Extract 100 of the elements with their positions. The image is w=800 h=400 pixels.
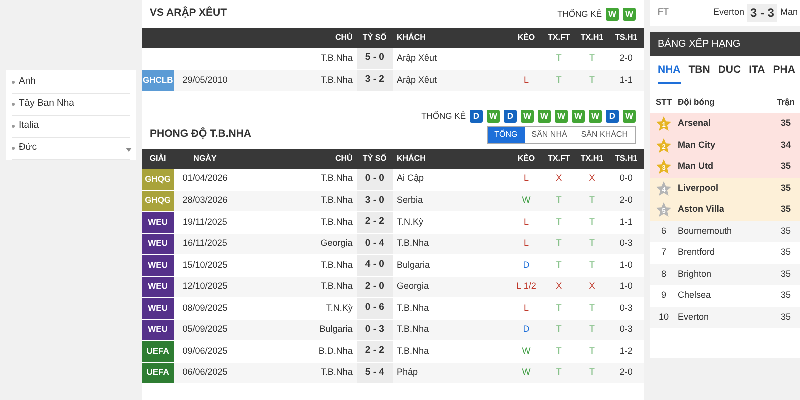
column-header: KÈO: [510, 148, 543, 168]
home-team: T.N.Kỳ: [236, 298, 357, 319]
rank-cell-text: 7: [660, 246, 668, 260]
played-count: 35: [780, 182, 792, 195]
away-team: T.N.Kỳ: [392, 212, 510, 233]
result-cell: T: [576, 340, 609, 362]
date-cell: 05/09/2025: [174, 319, 236, 340]
result-cell: W: [510, 340, 543, 362]
date-cell: 08/09/2025: [174, 298, 236, 319]
half-score: 0-3: [608, 319, 644, 340]
bullet-icon: [12, 81, 15, 84]
date-cell: 28/03/2026: [174, 190, 236, 212]
away-team: Serbia: [392, 190, 510, 212]
home-team: Bulgaria: [236, 319, 357, 340]
team-name[interactable]: Arsenal: [678, 117, 766, 131]
league-badge: GHCLB: [142, 70, 174, 91]
result-cell: L: [510, 212, 543, 233]
result-cell: L 1/2: [510, 276, 543, 298]
team-name[interactable]: Aston Villa: [678, 203, 766, 217]
score-cell: 0 - 4: [356, 233, 393, 254]
form-badge: W: [555, 110, 568, 122]
league-badge: GHQG: [142, 168, 174, 190]
away-team: Georgia: [392, 276, 510, 298]
away-team: Arập Xêut: [392, 70, 510, 91]
home-team: T.B.Nha: [236, 190, 357, 212]
home-team: T.B.Nha: [236, 254, 357, 276]
away-team: T.B.Nha: [392, 319, 510, 340]
bullet-icon: [12, 147, 15, 150]
filter-tab[interactable]: TỔNG: [488, 126, 525, 142]
league-tab[interactable]: ITA: [749, 60, 766, 84]
date-cell: 12/10/2025: [174, 276, 236, 298]
half-score: 2-0: [608, 362, 644, 384]
sidebar-item[interactable]: Tây Ban Nha: [19, 97, 74, 112]
home-team: T.B.Nha: [236, 70, 357, 91]
result-cell: L: [510, 233, 543, 254]
team-name[interactable]: Bournemouth: [678, 224, 766, 238]
result-cell: T: [576, 298, 609, 319]
result-cell: T: [576, 70, 609, 91]
played-count: 35: [780, 117, 792, 130]
result-cell: W: [510, 190, 543, 212]
form-badge: W: [572, 110, 585, 122]
away-team: Bulgaria: [392, 254, 510, 276]
result-cell: T: [542, 362, 576, 384]
played-count: 34: [780, 138, 792, 152]
bullet-icon: [12, 125, 15, 128]
column-header: TỶ SỐ: [356, 28, 393, 48]
form-badge: W: [521, 110, 534, 122]
team-name[interactable]: Brighton: [678, 268, 766, 282]
home-team: T.B.Nha: [236, 168, 357, 190]
league-tab[interactable]: DUC: [718, 60, 742, 84]
score-cell: 0 - 6: [356, 298, 393, 319]
result-cell: T: [542, 340, 576, 362]
result-cell: T: [542, 212, 576, 233]
league-badge: WEU: [142, 319, 174, 340]
column-header: CHỦ: [236, 148, 357, 168]
away-team: Pháp: [392, 362, 510, 384]
home-team: T.B.Nha: [236, 276, 357, 298]
result-cell: X: [542, 168, 576, 190]
team-name[interactable]: Everton: [678, 310, 766, 324]
column-header: Đội bóng: [678, 96, 716, 109]
away-team: T.B.Nha: [392, 298, 510, 319]
score-cell: 2 - 2: [356, 212, 393, 233]
scroll-arrow-icon[interactable]: [126, 148, 132, 152]
team-name[interactable]: Man City: [678, 138, 766, 152]
league-badge: UEFA: [142, 340, 174, 362]
column-header: GIẢI: [142, 148, 174, 168]
column-header: TS.H1: [608, 148, 644, 168]
standings-title: BẢNG XẾP HẠNG: [650, 32, 800, 56]
form-badge: D: [504, 110, 517, 122]
sidebar-item[interactable]: Anh: [19, 75, 36, 90]
result-cell: T: [576, 233, 609, 254]
team-name[interactable]: Liverpool: [678, 182, 766, 196]
score-cell: 0 - 0: [356, 168, 393, 190]
result-cell: T: [542, 190, 576, 212]
home-team: Everton: [713, 6, 744, 20]
away-team: Ai Cập: [392, 168, 510, 190]
date-cell: 19/11/2025: [174, 212, 236, 233]
league-badge: GHQG: [142, 190, 174, 212]
section-title: PHONG ĐỘ T.B.NHA: [150, 126, 252, 142]
result-cell: T: [542, 233, 576, 254]
league-tab[interactable]: NHA: [658, 60, 681, 84]
half-score: 1-2: [608, 340, 644, 362]
score-cell: 3 - 2: [356, 70, 393, 91]
team-name[interactable]: Man Utd: [678, 160, 766, 174]
league-tab[interactable]: PHA: [773, 60, 796, 84]
sidebar-item[interactable]: Italia: [19, 119, 40, 134]
bullet-icon: [12, 103, 15, 106]
half-score: 1-1: [608, 212, 644, 233]
date-cell: 29/05/2010: [174, 70, 236, 91]
result-cell: T: [576, 362, 609, 384]
score-cell: 0 - 3: [356, 319, 393, 340]
team-name[interactable]: Brentford: [678, 246, 766, 260]
date-cell: 16/11/2025: [174, 233, 236, 254]
date-cell: 09/06/2025: [174, 340, 236, 362]
league-tab[interactable]: TBN: [688, 60, 710, 84]
half-score: 0-0: [608, 168, 644, 190]
score-cell: 4 - 0: [356, 254, 393, 276]
sidebar-item[interactable]: Đức: [19, 141, 37, 156]
team-name[interactable]: Chelsea: [678, 289, 766, 303]
column-header: TX.H1: [576, 28, 609, 48]
